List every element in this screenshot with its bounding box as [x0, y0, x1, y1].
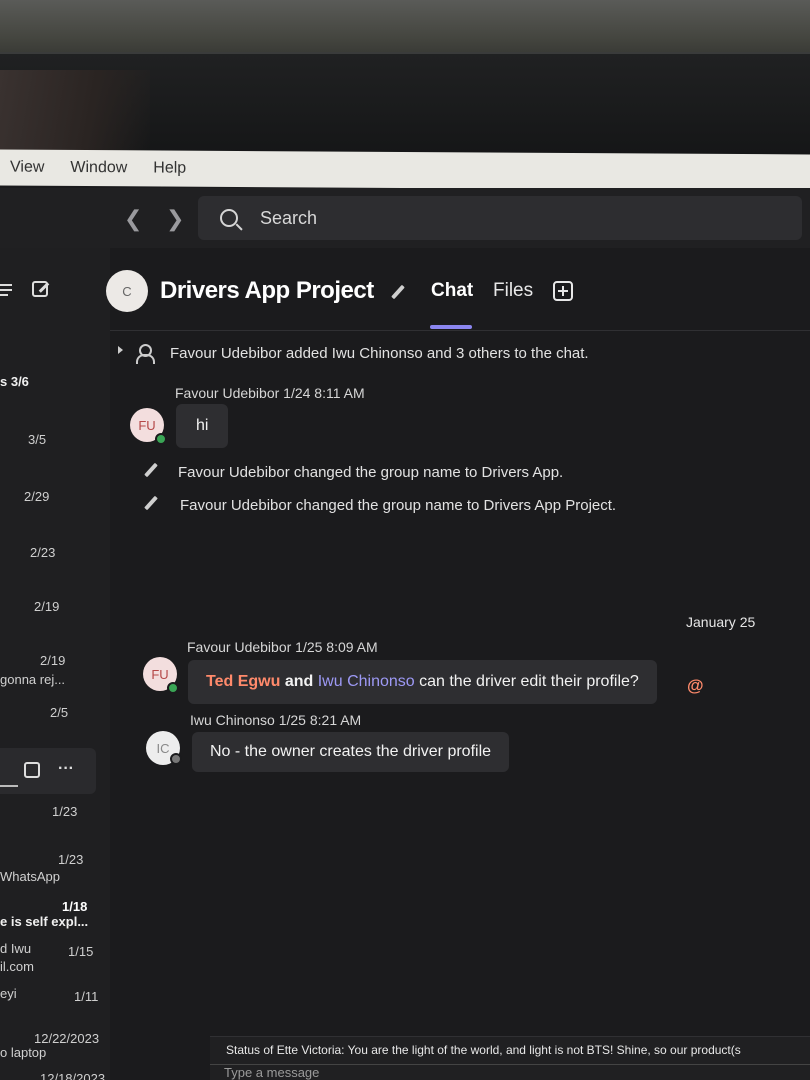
- chat-list-date[interactable]: 2/23: [30, 545, 55, 560]
- search-input[interactable]: Search: [198, 196, 802, 240]
- chat-list-date[interactable]: 3/5: [28, 432, 46, 447]
- chat-list-preview[interactable]: il.com: [0, 959, 34, 974]
- chat-list-date[interactable]: 2/29: [24, 489, 49, 504]
- presence-available-icon: [155, 433, 167, 445]
- chat-list-name[interactable]: d Iwu: [0, 941, 31, 956]
- chat-list-date[interactable]: 2/19: [34, 599, 59, 614]
- chat-list-preview[interactable]: o laptop: [0, 1045, 46, 1060]
- tab-files[interactable]: Files: [493, 280, 533, 302]
- compose-placeholder: Type a message: [224, 1065, 320, 1080]
- presence-away-icon: [170, 753, 182, 765]
- compose-input[interactable]: Type a message: [210, 1064, 810, 1080]
- message-text: can the driver edit their profile?: [414, 673, 639, 690]
- back-arrow-icon[interactable]: ❮: [124, 206, 142, 232]
- chat-list-preview[interactable]: e is self expl...: [0, 914, 88, 929]
- message-text: No - the owner creates the driver profil…: [210, 743, 492, 760]
- add-tab-icon[interactable]: [553, 281, 573, 301]
- search-placeholder: Search: [260, 207, 318, 228]
- chat-list-item[interactable]: s 3/6: [0, 374, 29, 389]
- chat-list-date[interactable]: 1/11: [74, 989, 98, 1004]
- chat-title: Drivers App Project: [160, 277, 374, 304]
- more-options-icon[interactable]: ···: [58, 760, 74, 778]
- divider: [0, 785, 18, 787]
- message-bubble[interactable]: Ted Egwu and Iwu Chinonso can the driver…: [188, 660, 657, 704]
- menu-window[interactable]: Window: [70, 159, 127, 177]
- chat-list-date[interactable]: 2/5: [50, 705, 68, 720]
- chat-list-date[interactable]: 1/18: [62, 899, 87, 914]
- system-message: Favour Udebibor added Iwu Chinonso and 3…: [170, 345, 589, 362]
- bezel-reflection: [0, 70, 150, 156]
- chat-list-date[interactable]: 1/15: [68, 944, 93, 959]
- presence-available-icon: [167, 682, 179, 694]
- message-text: and: [280, 673, 318, 690]
- group-avatar[interactable]: C: [106, 270, 148, 312]
- message-author-time: Iwu Chinonso 1/25 8:21 AM: [190, 712, 362, 728]
- status-text: Status of Ette Victoria: You are the lig…: [226, 1043, 741, 1057]
- filter-list-icon[interactable]: [0, 284, 12, 299]
- chat-list-date[interactable]: 1/23: [52, 804, 77, 819]
- menu-help[interactable]: Help: [153, 159, 186, 177]
- message-text: hi: [196, 417, 209, 434]
- header-divider: [110, 330, 810, 331]
- chat-list-date[interactable]: 2/19: [40, 653, 65, 668]
- chat-list-date[interactable]: 1/23: [58, 852, 83, 867]
- message-bubble[interactable]: hi: [176, 404, 229, 448]
- expand-caret-icon[interactable]: [118, 346, 123, 354]
- message-author-time: Favour Udebibor 1/24 8:11 AM: [175, 385, 365, 401]
- menu-view[interactable]: View: [10, 159, 44, 177]
- mention-ted-egwu[interactable]: Ted Egwu: [206, 673, 280, 691]
- chat-list-preview[interactable]: gonna rej...: [0, 672, 65, 687]
- system-message: Favour Udebibor changed the group name t…: [178, 464, 564, 481]
- active-tab-indicator: [430, 325, 472, 329]
- menu-bar: View Window Help: [0, 149, 810, 191]
- chat-list-date[interactable]: 12/18/2023: [40, 1071, 105, 1080]
- chat-list-toolbar: [0, 748, 96, 794]
- search-icon: [220, 209, 238, 227]
- message-bubble[interactable]: No - the owner creates the driver profil…: [192, 732, 510, 772]
- message-author-time: Favour Udebibor 1/25 8:09 AM: [187, 639, 378, 655]
- mention-at-icon: @: [687, 676, 704, 695]
- mention-iwu-chinonso[interactable]: Iwu Chinonso: [318, 673, 415, 691]
- tab-chat[interactable]: Chat: [431, 280, 473, 302]
- new-chat-icon[interactable]: [32, 281, 48, 297]
- compose-icon[interactable]: [24, 762, 40, 778]
- system-message: Favour Udebibor changed the group name t…: [180, 497, 617, 514]
- chat-list-name[interactable]: eyi: [0, 986, 17, 1001]
- chat-list-preview[interactable]: WhatsApp: [0, 869, 60, 884]
- date-separator: January 25: [686, 614, 756, 630]
- people-added-icon: [136, 344, 155, 364]
- chat-list-date[interactable]: 12/22/2023: [34, 1031, 99, 1046]
- forward-arrow-icon[interactable]: ❯: [166, 206, 184, 232]
